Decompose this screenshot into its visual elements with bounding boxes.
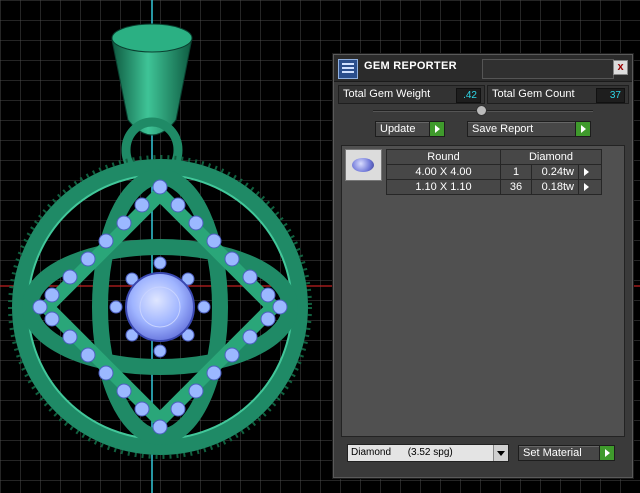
total-gem-count-value: 37 (596, 88, 625, 103)
panel-titlebar[interactable]: GEM REPORTER x (334, 55, 632, 82)
save-report-button-label: Save Report (472, 123, 534, 135)
close-icon[interactable]: x (613, 60, 628, 75)
play-arrow-icon[interactable] (578, 179, 602, 195)
save-report-button[interactable]: Save Report (467, 121, 591, 137)
title-spacer (482, 59, 614, 79)
gem-reporter-panel: GEM REPORTER x Total Gem Weight .42 Tota… (332, 53, 634, 479)
material-header: Diamond (500, 149, 602, 165)
table-row: 4.00 X 4.00 1 0.24tw (386, 164, 602, 180)
total-gem-count-label: Total Gem Count (492, 88, 575, 100)
gem-report-list: Round Diamond 4.00 X 4.00 1 0.24tw 1.10 … (341, 145, 625, 437)
total-gem-weight-value: .42 (456, 88, 481, 103)
set-material-button[interactable]: Set Material (518, 445, 615, 461)
set-material-button-label: Set Material (523, 447, 582, 459)
play-arrow-icon[interactable] (578, 164, 602, 180)
table-row: 1.10 X 1.10 36 0.18tw (386, 179, 602, 195)
gem-report-table: Round Diamond 4.00 X 4.00 1 0.24tw 1.10 … (386, 149, 602, 195)
play-arrow-icon[interactable] (429, 122, 444, 136)
gem-weight: 0.18tw (531, 179, 579, 195)
gem-size: 1.10 X 1.10 (386, 179, 501, 195)
gem-size: 4.00 X 4.00 (386, 164, 501, 180)
gem-qty: 1 (500, 164, 532, 180)
total-gem-count: Total Gem Count 37 (487, 85, 629, 104)
gem-weight: 0.24tw (531, 164, 579, 180)
play-arrow-icon[interactable] (599, 446, 614, 460)
update-button-label: Update (380, 123, 416, 135)
shape-header: Round (386, 149, 501, 165)
table-header-row: Round Diamond (386, 149, 602, 165)
play-arrow-icon[interactable] (575, 122, 590, 136)
gem-reporter-app-icon (338, 59, 358, 79)
material-select[interactable]: Diamond (3.52 spg) (347, 444, 509, 462)
total-gem-weight: Total Gem Weight .42 (338, 85, 485, 104)
round-gem-icon (345, 149, 382, 181)
panel-title: GEM REPORTER (364, 60, 457, 72)
update-button[interactable]: Update (375, 121, 445, 137)
gem-qty: 36 (500, 179, 532, 195)
material-select-value: Diamond (3.52 spg) (351, 447, 453, 458)
chevron-down-icon[interactable] (493, 445, 508, 461)
panel-slider-knob[interactable] (476, 105, 487, 116)
total-gem-weight-label: Total Gem Weight (343, 88, 431, 100)
